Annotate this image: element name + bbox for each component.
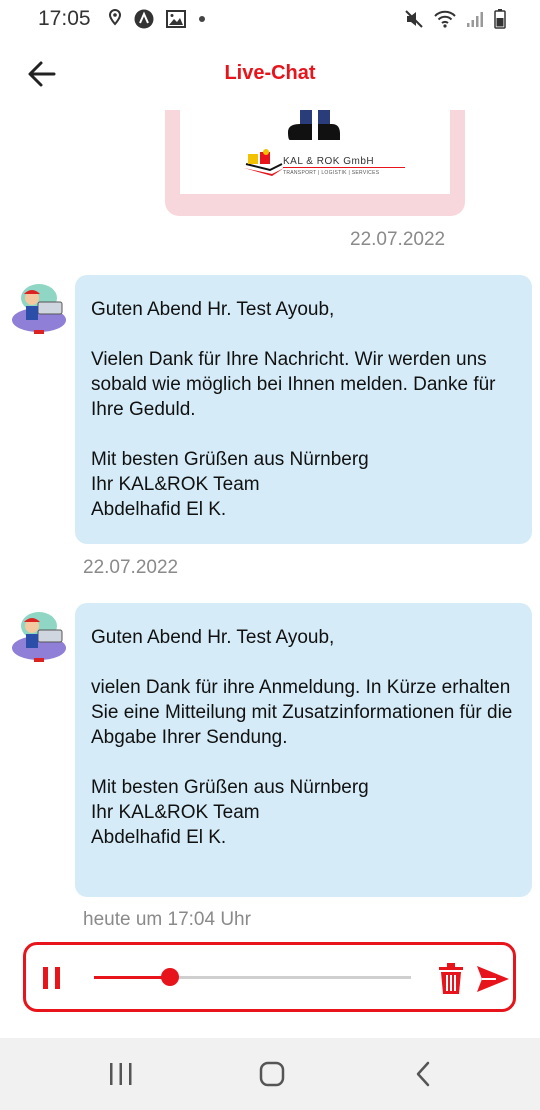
message-timestamp: 22.07.2022 — [83, 557, 179, 578]
message-timestamp: 22.07.2022 — [350, 229, 446, 250]
delete-recording-button[interactable] — [437, 963, 465, 995]
chevron-left-icon — [416, 1061, 430, 1087]
image-message-bubble[interactable]: KAL & ROK GmbH TRANSPORT | LOGISTIK | SE… — [165, 110, 465, 216]
message-signature: Mit besten Grüßen aus Nürnberg Ihr KAL&R… — [91, 449, 369, 520]
home-button[interactable] — [256, 1060, 288, 1088]
company-logo-subtext: TRANSPORT | LOGISTIK | SERVICES — [283, 170, 380, 176]
audio-progress-slider[interactable] — [94, 968, 411, 986]
mute-icon — [405, 10, 423, 28]
pause-button[interactable] — [41, 965, 63, 991]
send-button[interactable] — [476, 965, 510, 993]
audio-progress-thumb[interactable] — [161, 968, 180, 986]
page-title: Live-Chat — [224, 62, 316, 84]
support-agent-avatar-icon — [12, 612, 66, 662]
status-time: 17:05 — [38, 7, 91, 30]
audio-progress-fill — [94, 976, 171, 979]
message-signature: Mit besten Grüßen aus Nürnberg Ihr KAL&R… — [91, 777, 369, 848]
trash-icon — [439, 963, 463, 994]
status-bar: 17:05 — [0, 0, 540, 40]
home-icon — [259, 1061, 285, 1087]
message-bubble[interactable]: Guten Abend Hr. Test Ayoub, vielen Dank … — [75, 603, 532, 897]
support-agent-avatar-icon — [12, 284, 66, 334]
company-logo-text: KAL & ROK GmbH — [283, 156, 375, 167]
message-bubble[interactable]: Guten Abend Hr. Test Ayoub, Vielen Dank … — [75, 275, 532, 544]
message-greeting: Guten Abend Hr. Test Ayoub, — [91, 299, 335, 320]
company-logo-image — [244, 149, 284, 176]
avatar — [10, 608, 68, 666]
cartoon-worker-legs-image — [288, 110, 340, 140]
message-greeting: Guten Abend Hr. Test Ayoub, — [91, 627, 335, 648]
message-body: vielen Dank für ihre Anmeldung. In Kürze… — [91, 677, 513, 748]
voice-message-player — [23, 942, 516, 1012]
image-attachment[interactable]: KAL & ROK GmbH TRANSPORT | LOGISTIK | SE… — [180, 110, 450, 194]
system-navigation-bar — [0, 1038, 540, 1110]
send-icon — [477, 966, 509, 992]
recents-button[interactable] — [105, 1060, 137, 1088]
app-notification-icon — [134, 9, 154, 29]
battery-icon — [494, 9, 506, 29]
recents-icon — [110, 1063, 132, 1085]
system-back-button[interactable] — [408, 1060, 440, 1088]
signal-icon — [467, 12, 483, 27]
message-body: Vielen Dank für Ihre Nachricht. Wir werd… — [91, 349, 496, 420]
app-bar: Live-Chat — [0, 40, 540, 110]
chat-list[interactable]: KAL & ROK GmbH TRANSPORT | LOGISTIK | SE… — [0, 110, 540, 940]
pause-icon — [43, 967, 60, 989]
location-icon — [108, 9, 122, 26]
gallery-icon — [166, 10, 186, 28]
message-timestamp: heute um 17:04 Uhr — [83, 909, 251, 930]
more-notifications-dot-icon — [199, 16, 205, 22]
avatar — [10, 280, 68, 338]
wifi-icon — [434, 10, 456, 28]
